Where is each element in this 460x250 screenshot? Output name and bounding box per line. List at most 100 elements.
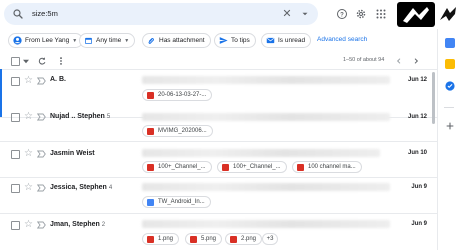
list-toolbar: 1–50 of about 94 bbox=[0, 53, 437, 69]
help-icon[interactable]: ? bbox=[336, 8, 348, 20]
pagination-range: 1–50 of about 94 bbox=[343, 57, 385, 63]
thread-count: 4 bbox=[108, 185, 113, 191]
important-marker-icon[interactable] bbox=[37, 221, 46, 229]
tasks-app-icon[interactable] bbox=[445, 81, 455, 91]
search-chips: From Lee Yang ▼ Any time ▼ Has attachment … bbox=[0, 31, 437, 51]
top-bar: size:5m ✕ ? bbox=[0, 0, 460, 29]
search-icon[interactable] bbox=[12, 8, 24, 20]
next-page-icon[interactable] bbox=[412, 57, 420, 65]
sender-name: Nujad .. Stephen 5 bbox=[50, 113, 111, 120]
settings-icon[interactable] bbox=[355, 8, 367, 20]
important-marker-icon[interactable] bbox=[37, 113, 46, 121]
important-marker-icon[interactable] bbox=[37, 184, 46, 192]
row-checkbox[interactable] bbox=[11, 113, 20, 122]
scrollbar[interactable] bbox=[432, 72, 435, 124]
attachment-chip[interactable]: 100+_Channel_... bbox=[217, 161, 287, 173]
star-icon[interactable]: ☆ bbox=[24, 183, 33, 193]
attachment-chip[interactable]: 20-06-13-03-27-... bbox=[142, 89, 213, 101]
email-date: Jun 12 bbox=[407, 77, 427, 83]
chip-from[interactable]: From Lee Yang ▼ bbox=[8, 33, 84, 48]
chip-attachment-label: Has attachment bbox=[159, 37, 205, 44]
mail-icon bbox=[266, 37, 275, 44]
chevron-down-icon: ▼ bbox=[72, 38, 78, 44]
refresh-icon[interactable] bbox=[37, 56, 47, 66]
search-bar[interactable]: size:5m ✕ bbox=[4, 3, 318, 25]
side-panel bbox=[437, 29, 460, 250]
star-icon[interactable]: ☆ bbox=[24, 76, 33, 86]
image-icon bbox=[230, 236, 237, 243]
calendar-app-icon[interactable] bbox=[445, 38, 455, 48]
doc-icon bbox=[147, 199, 154, 206]
important-marker-icon[interactable] bbox=[37, 150, 46, 158]
more-vert-icon[interactable] bbox=[56, 56, 66, 66]
redacted-subject bbox=[142, 183, 390, 191]
image-icon bbox=[147, 236, 154, 243]
star-icon[interactable]: ☆ bbox=[24, 149, 33, 159]
sender-name: Jessica, Stephen 4 bbox=[50, 184, 113, 191]
chip-unread[interactable]: Is unread bbox=[261, 33, 312, 48]
attachment-chip[interactable]: 5.png bbox=[185, 233, 223, 245]
thread-count: 2 bbox=[101, 222, 106, 228]
apps-icon[interactable] bbox=[375, 8, 387, 20]
person-icon bbox=[13, 36, 22, 45]
email-row[interactable]: ☆ Jasmin Weist Jun 10 100+_Channel_... 1… bbox=[0, 141, 437, 177]
row-checkbox[interactable] bbox=[11, 77, 20, 86]
organization-logo[interactable] bbox=[397, 2, 435, 27]
pdf-icon bbox=[147, 92, 154, 99]
email-row[interactable]: ☆ Jessica, Stephen 4 Jun 9 TW_Android_In.… bbox=[0, 177, 437, 213]
row-checkbox[interactable] bbox=[11, 150, 20, 159]
important-marker-icon[interactable] bbox=[37, 77, 46, 85]
star-icon[interactable]: ☆ bbox=[24, 220, 33, 230]
row-checkbox[interactable] bbox=[11, 184, 20, 193]
image-icon bbox=[222, 164, 229, 171]
prev-page-icon[interactable] bbox=[395, 57, 403, 65]
sender-name: A. B. bbox=[50, 76, 66, 83]
redacted-subject bbox=[142, 113, 390, 121]
redacted-subject bbox=[142, 220, 390, 228]
advanced-search-link[interactable]: Advanced search bbox=[317, 36, 367, 43]
star-icon[interactable]: ☆ bbox=[24, 112, 33, 122]
account-avatar[interactable] bbox=[438, 4, 458, 24]
image-icon bbox=[147, 164, 154, 171]
chevron-down-icon: ▼ bbox=[124, 38, 130, 44]
email-date: Jun 10 bbox=[407, 150, 427, 156]
email-row[interactable]: ☆ Jman, Stephen 2 Jun 9 1.png 5.png 2.png… bbox=[0, 213, 437, 250]
attachment-chip[interactable]: MVIMG_202006... bbox=[142, 125, 213, 137]
attachment-chip[interactable]: 100 channel ma... bbox=[292, 161, 362, 173]
email-date: Jun 9 bbox=[411, 221, 427, 227]
sender-name: Jasmin Weist bbox=[50, 150, 95, 157]
image-icon bbox=[190, 236, 197, 243]
attachment-chip[interactable]: 2.png bbox=[225, 233, 263, 245]
svg-text:?: ? bbox=[340, 12, 344, 18]
chip-from-label: From Lee Yang bbox=[25, 37, 70, 44]
attachment-chip[interactable]: TW_Android_In... bbox=[142, 196, 211, 208]
redacted-subject bbox=[142, 149, 380, 157]
chip-time[interactable]: Any time ▼ bbox=[79, 33, 136, 48]
attachment-icon bbox=[148, 38, 154, 44]
attachment-chip[interactable]: 100+_Channel_... bbox=[142, 161, 212, 173]
attachment-chip[interactable]: 1.png bbox=[142, 233, 180, 245]
select-dropdown-icon[interactable] bbox=[23, 59, 29, 64]
chip-to-label: To tips bbox=[231, 37, 250, 44]
email-date: Jun 9 bbox=[411, 184, 427, 190]
calendar-icon bbox=[85, 37, 92, 44]
select-all-checkbox[interactable] bbox=[11, 57, 20, 66]
clear-search-icon[interactable]: ✕ bbox=[280, 7, 294, 21]
send-icon bbox=[219, 37, 228, 44]
sender-name: Jman, Stephen 2 bbox=[50, 221, 106, 228]
image-icon bbox=[297, 164, 304, 171]
add-icon[interactable] bbox=[445, 121, 455, 131]
email-date: Jun 12 bbox=[407, 114, 427, 120]
chip-attachment[interactable]: Has attachment bbox=[142, 33, 211, 48]
search-options-icon[interactable] bbox=[300, 9, 310, 19]
more-attachments-chip[interactable]: +3 bbox=[262, 233, 278, 245]
image-icon bbox=[147, 128, 154, 135]
chip-unread-label: Is unread bbox=[278, 37, 306, 44]
chip-to[interactable]: To tips bbox=[214, 33, 256, 48]
redacted-subject bbox=[142, 76, 390, 84]
email-row[interactable]: ☆ Nujad .. Stephen 5 Jun 12 MVIMG_202006.… bbox=[0, 101, 437, 141]
row-checkbox[interactable] bbox=[11, 221, 20, 230]
keep-app-icon[interactable] bbox=[445, 59, 455, 69]
divider bbox=[444, 107, 454, 108]
search-input[interactable]: size:5m bbox=[32, 9, 58, 18]
